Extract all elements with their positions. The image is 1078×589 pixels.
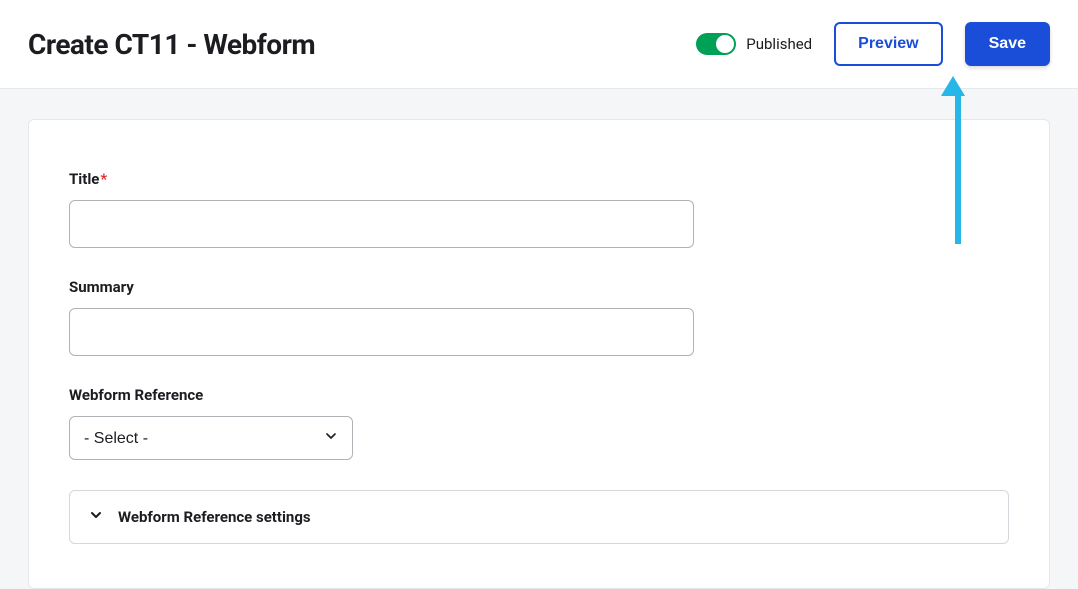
header-actions: Published Preview Save xyxy=(696,22,1050,66)
webform-reference-select[interactable]: - Select - xyxy=(69,416,353,460)
published-toggle[interactable] xyxy=(696,33,736,55)
webform-reference-select-wrap: - Select - xyxy=(69,416,353,460)
summary-label: Summary xyxy=(69,278,1009,296)
summary-field: Summary xyxy=(69,278,1009,356)
published-toggle-wrap: Published xyxy=(696,33,812,55)
webform-reference-field: Webform Reference - Select - xyxy=(69,386,1009,460)
summary-input[interactable] xyxy=(69,308,694,356)
page-title: Create CT11 - Webform xyxy=(28,28,315,61)
settings-panel-label: Webform Reference settings xyxy=(118,508,311,526)
form-card: Title* Summary Webform Reference - Selec… xyxy=(28,119,1050,589)
webform-reference-label: Webform Reference xyxy=(69,386,1009,404)
required-mark: * xyxy=(100,170,107,188)
title-label: Title* xyxy=(69,170,1009,188)
toggle-knob xyxy=(716,35,734,53)
webform-reference-settings-panel[interactable]: Webform Reference settings xyxy=(69,490,1009,544)
page-header: Create CT11 - Webform Published Preview … xyxy=(0,0,1078,89)
published-label: Published xyxy=(746,35,812,53)
chevron-down-icon xyxy=(88,507,104,527)
title-field: Title* xyxy=(69,170,1009,248)
save-button[interactable]: Save xyxy=(965,22,1050,66)
title-label-text: Title xyxy=(69,170,99,188)
title-input[interactable] xyxy=(69,200,694,248)
preview-button[interactable]: Preview xyxy=(834,22,942,66)
